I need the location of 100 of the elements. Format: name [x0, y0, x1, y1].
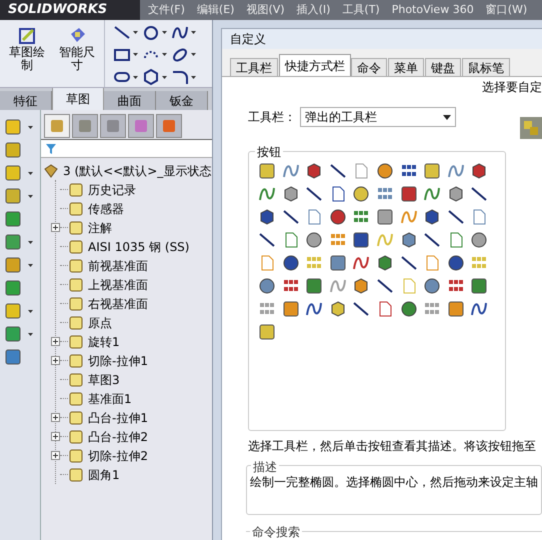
square-icon[interactable] [258, 162, 276, 180]
feature-icon[interactable] [4, 118, 22, 136]
tree-item[interactable]: 历史记录 [88, 180, 136, 198]
square-icon[interactable] [446, 300, 465, 318]
sphere-icon[interactable] [400, 300, 418, 318]
dropdown-arrow-icon[interactable] [443, 114, 451, 120]
feature-icon[interactable] [4, 164, 22, 182]
circle-icon[interactable] [142, 24, 160, 42]
menu-item[interactable]: 窗口(W) [486, 2, 528, 18]
line-icon[interactable] [305, 185, 324, 203]
command-button[interactable]: 智能尺寸 [54, 24, 100, 87]
square-icon[interactable] [352, 231, 370, 249]
filter-icon[interactable] [45, 142, 57, 154]
tree-item[interactable]: 原点 [88, 314, 112, 332]
sphere-icon[interactable] [423, 277, 442, 295]
square-icon[interactable] [282, 300, 300, 318]
command-tab[interactable]: 特征 [0, 91, 52, 110]
sphere-icon[interactable] [470, 231, 488, 249]
line-icon[interactable] [446, 208, 465, 226]
command-tab[interactable]: 钣金 [156, 91, 208, 110]
expand-icon[interactable] [51, 223, 60, 232]
curve-icon[interactable] [352, 254, 370, 272]
tree-item[interactable]: 3 (默认<<默认>_显示状态 [63, 162, 212, 180]
fillet-icon[interactable] [171, 68, 189, 86]
expand-icon[interactable] [51, 413, 60, 422]
caret-icon[interactable] [28, 126, 33, 128]
caret-icon[interactable] [162, 53, 167, 56]
feature-icon[interactable] [4, 279, 22, 297]
caret-icon[interactable] [133, 53, 138, 56]
menu-item[interactable]: 文件(F) [148, 2, 185, 18]
line-icon[interactable] [282, 208, 300, 226]
feature-icon[interactable] [4, 210, 22, 228]
tree-item[interactable]: 前视基准面 [88, 256, 148, 274]
caret-icon[interactable] [191, 76, 196, 79]
dialog-tab[interactable]: 命令 [351, 58, 387, 76]
dialog-tab[interactable]: 鼠标笔 [462, 58, 510, 76]
menu-item[interactable]: 编辑(E) [196, 2, 234, 18]
curve-icon[interactable] [305, 300, 324, 318]
tree-item[interactable]: 草图3 [88, 370, 120, 388]
tree-item[interactable]: 上视基准面 [88, 276, 148, 294]
tree-item[interactable]: AISI 1035 钢 (SS) [88, 238, 190, 256]
caret-icon[interactable] [28, 332, 33, 336]
line-icon[interactable] [376, 277, 394, 295]
line-icon[interactable] [400, 254, 418, 272]
feature-icon[interactable] [4, 325, 22, 343]
caret-icon[interactable] [28, 240, 33, 244]
line-icon[interactable] [328, 162, 347, 180]
square-icon[interactable] [376, 208, 394, 226]
caret-icon[interactable] [28, 310, 33, 312]
caret-icon[interactable] [133, 76, 138, 79]
menu-item[interactable]: 工具(T) [342, 2, 380, 18]
sphere-icon[interactable] [328, 208, 347, 226]
command-tab[interactable]: 草图 [52, 88, 104, 110]
feature-icon[interactable] [4, 233, 22, 251]
command-button[interactable]: 草图绘制 [4, 24, 50, 87]
dialog-tab[interactable]: 菜单 [388, 58, 424, 76]
feature-icon[interactable] [4, 256, 22, 274]
sphere-icon[interactable] [282, 254, 300, 272]
tree-item[interactable]: 圆角1 [88, 466, 120, 484]
feature-icon[interactable] [4, 187, 22, 205]
caret-icon[interactable] [28, 194, 33, 198]
caret-icon[interactable] [191, 53, 196, 56]
dialog-tab[interactable]: 键盘 [425, 58, 461, 76]
tree-item[interactable]: 切除-拉伸2 [88, 446, 148, 464]
ellipse-icon[interactable] [171, 46, 189, 64]
line-icon[interactable] [470, 185, 488, 203]
sphere-icon[interactable] [376, 162, 394, 180]
tree-item[interactable]: 注解 [88, 218, 112, 236]
caret-icon[interactable] [191, 31, 196, 34]
tree-item[interactable]: 右视基准面 [88, 294, 148, 312]
dialog-tab[interactable]: 快捷方式栏 [279, 54, 351, 76]
panel-tab[interactable] [44, 114, 70, 138]
feature-icon[interactable] [4, 348, 22, 366]
line-icon[interactable] [258, 231, 276, 249]
tree-item[interactable]: 凸台-拉伸1 [88, 408, 148, 426]
sphere-icon[interactable] [305, 231, 324, 249]
menu-item[interactable]: 视图(V) [246, 2, 285, 18]
tree-item[interactable]: 旋转1 [88, 332, 120, 350]
line-icon[interactable] [423, 231, 442, 249]
toolbar-dropdown[interactable]: 弹出的工具栏 [300, 107, 456, 127]
dialog-tab[interactable]: 工具栏 [230, 58, 278, 76]
tree-item[interactable]: 凸台-拉伸2 [88, 428, 148, 446]
sphere-icon[interactable] [352, 185, 370, 203]
caret-icon[interactable] [133, 31, 138, 34]
curve-icon[interactable] [470, 300, 488, 318]
square-icon[interactable] [328, 254, 347, 272]
square-icon[interactable] [400, 185, 418, 203]
square-icon[interactable] [258, 323, 276, 341]
command-tab[interactable]: 曲面 [104, 91, 156, 110]
feature-icon[interactable] [4, 141, 22, 159]
caret-icon[interactable] [28, 172, 33, 174]
expand-icon[interactable] [51, 432, 60, 441]
menu-item[interactable]: 插入(I) [296, 2, 330, 18]
caret-icon[interactable] [28, 264, 33, 266]
feature-icon[interactable] [4, 302, 22, 320]
line-icon[interactable] [352, 300, 370, 318]
tree-item[interactable]: 切除-拉伸1 [88, 352, 148, 370]
polygon-icon[interactable] [142, 68, 160, 86]
caret-icon[interactable] [162, 31, 167, 34]
tree-item[interactable]: 传感器 [88, 200, 124, 218]
